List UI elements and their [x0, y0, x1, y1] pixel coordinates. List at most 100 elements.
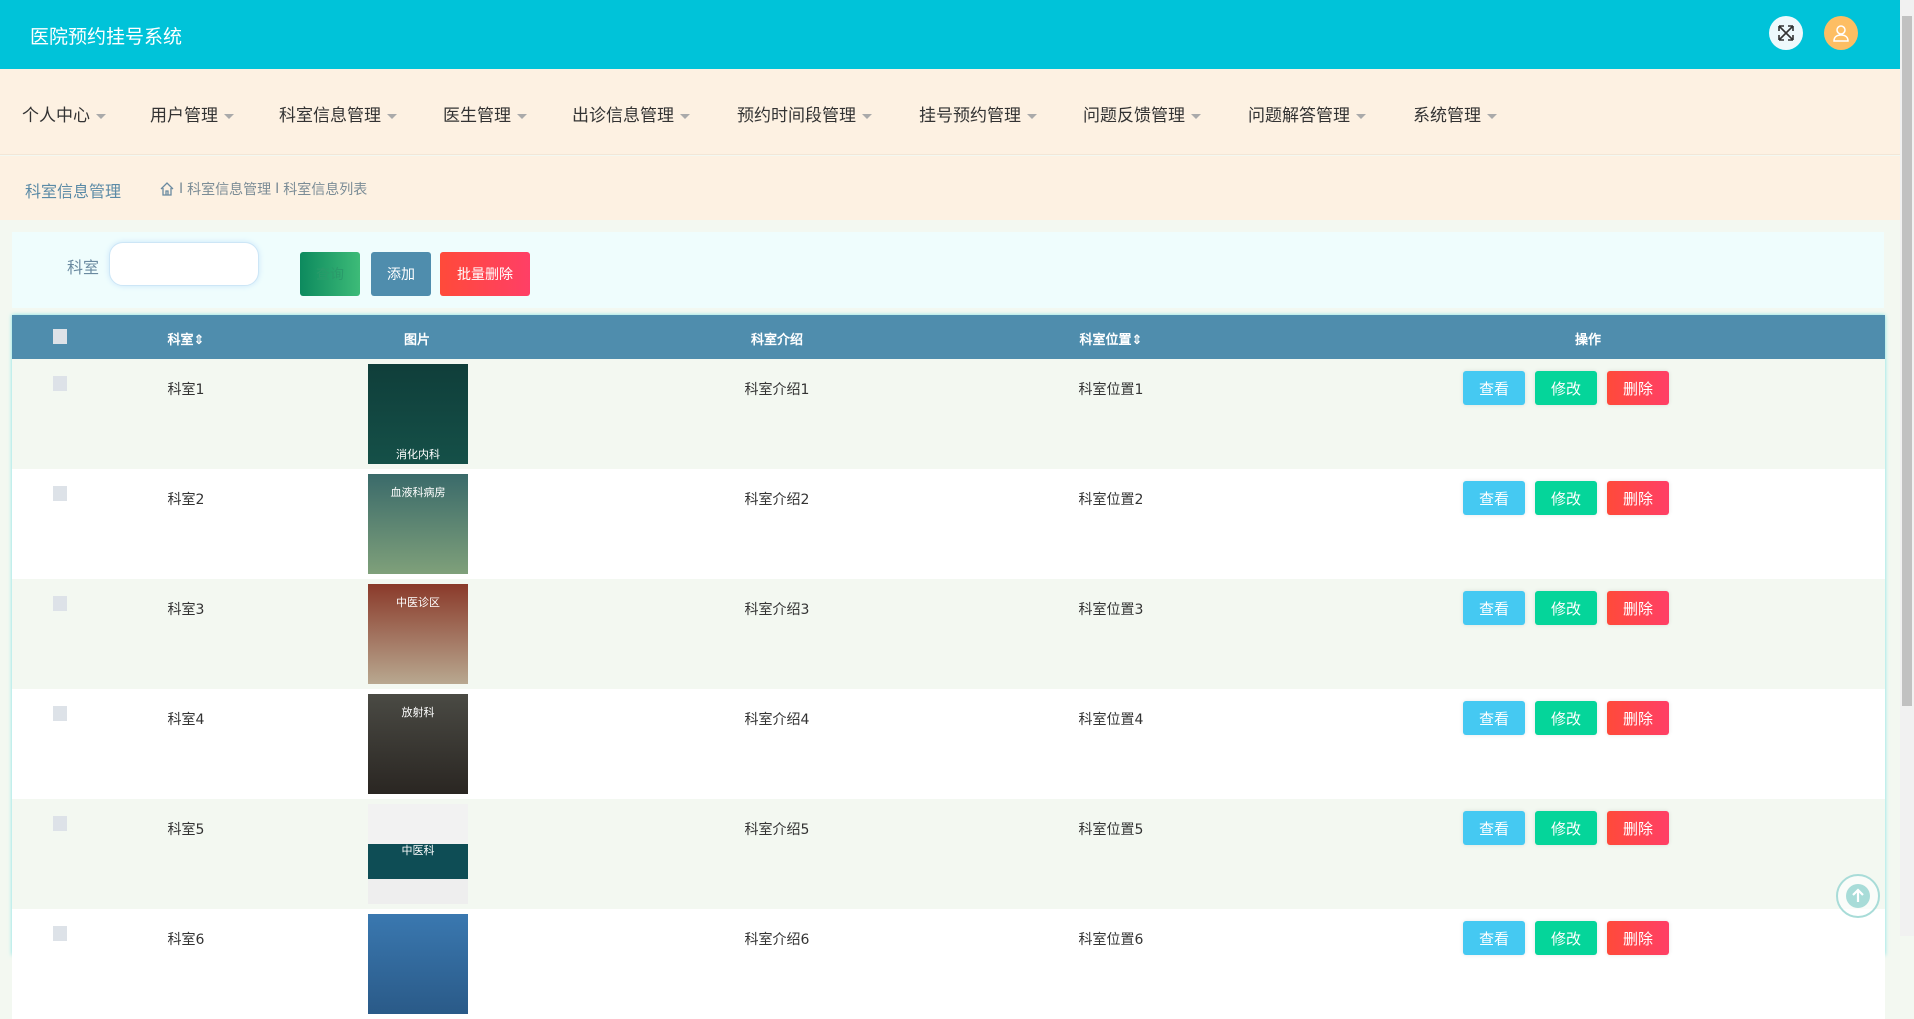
nav-answer-management[interactable]: 问题解答管理 [1248, 101, 1366, 126]
image-caption: 中医诊区 [396, 596, 440, 609]
cell-intro: 科室介绍5 [744, 822, 810, 838]
nav-timeslot-management[interactable]: 预约时间段管理 [737, 101, 872, 126]
edit-button[interactable]: 修改 [1535, 701, 1597, 735]
view-button[interactable]: 查看 [1463, 701, 1525, 735]
nav-label: 科室信息管理 [279, 106, 381, 126]
delete-button[interactable]: 删除 [1607, 921, 1669, 955]
nav-department-management[interactable]: 科室信息管理 [279, 101, 397, 126]
delete-button[interactable]: 删除 [1607, 371, 1669, 405]
query-button[interactable]: 查询 [300, 252, 360, 296]
table-header: 科室⇕ 图片 科室介绍 科室位置⇕ 操作 [12, 315, 1885, 359]
view-button[interactable]: 查看 [1463, 921, 1525, 955]
nav-doctor-management[interactable]: 医生管理 [443, 101, 527, 126]
edit-button[interactable]: 修改 [1535, 371, 1597, 405]
nav-user-management[interactable]: 用户管理 [150, 101, 234, 126]
cell-location: 科室位置2 [1078, 492, 1144, 508]
caret-down-icon [1191, 113, 1201, 119]
nav-label: 挂号预约管理 [919, 106, 1021, 126]
department-image[interactable] [368, 914, 468, 1014]
delete-button[interactable]: 删除 [1607, 481, 1669, 515]
delete-button[interactable]: 删除 [1607, 591, 1669, 625]
view-button[interactable]: 查看 [1463, 371, 1525, 405]
select-all-checkbox[interactable] [53, 329, 67, 344]
nav-label: 问题解答管理 [1248, 106, 1350, 126]
row-checkbox[interactable] [53, 486, 67, 501]
cell-name: 科室3 [167, 602, 205, 618]
caret-down-icon [517, 113, 527, 119]
view-button[interactable]: 查看 [1463, 591, 1525, 625]
vertical-scrollbar[interactable] [1900, 0, 1914, 936]
batch-delete-button[interactable]: 批量删除 [440, 252, 530, 296]
cell-intro: 科室介绍1 [744, 382, 810, 398]
cell-intro: 科室介绍6 [744, 932, 810, 948]
table-row: 科室5 中医科 科室介绍5 科室位置5 查看 修改 删除 [12, 799, 1885, 909]
cell-location: 科室位置6 [1078, 932, 1144, 948]
scrollbar-thumb[interactable] [1902, 16, 1912, 706]
department-image[interactable]: 中医科 [368, 804, 468, 904]
caret-down-icon [387, 113, 397, 119]
home-icon[interactable] [159, 181, 175, 197]
table-row: 科室4 放射科 科室介绍4 科室位置4 查看 修改 删除 [12, 689, 1885, 799]
edit-button[interactable]: 修改 [1535, 481, 1597, 515]
cell-name: 科室2 [167, 492, 205, 508]
table-row: 科室3 中医诊区 科室介绍3 科室位置3 查看 修改 删除 [12, 579, 1885, 689]
caret-down-icon [1487, 113, 1497, 119]
view-button[interactable]: 查看 [1463, 811, 1525, 845]
image-caption: 中医科 [401, 844, 435, 857]
back-to-top-button[interactable] [1836, 874, 1880, 918]
cell-location: 科室位置3 [1078, 602, 1144, 618]
row-checkbox[interactable] [53, 376, 67, 391]
sort-icon: ⇕ [1131, 333, 1143, 348]
caret-down-icon [224, 113, 234, 119]
caret-down-icon [1027, 113, 1037, 119]
delete-button[interactable]: 删除 [1607, 811, 1669, 845]
user-avatar-button[interactable] [1824, 16, 1858, 50]
row-checkbox[interactable] [53, 596, 67, 611]
cell-name: 科室1 [167, 382, 205, 398]
row-checkbox[interactable] [53, 816, 67, 831]
top-bar: 医院预约挂号系统 [0, 0, 1900, 69]
delete-button[interactable]: 删除 [1607, 701, 1669, 735]
edit-button[interactable]: 修改 [1535, 591, 1597, 625]
breadcrumb-item[interactable]: 科室信息管理 [187, 179, 271, 199]
department-image[interactable]: 放射科 [368, 694, 468, 794]
fullscreen-button[interactable] [1769, 16, 1803, 50]
department-image[interactable]: 血液科病房 [368, 474, 468, 574]
page-title: 科室信息管理 [25, 182, 122, 201]
department-image[interactable]: 中医诊区 [368, 584, 468, 684]
edit-button[interactable]: 修改 [1535, 811, 1597, 845]
header-location[interactable]: 科室位置⇕ [1080, 329, 1143, 348]
header-label: 科室位置 [1079, 333, 1132, 348]
nav-label: 预约时间段管理 [737, 106, 856, 126]
nav-label: 问题反馈管理 [1083, 106, 1185, 126]
image-caption: 消化内科 [396, 448, 440, 461]
cell-intro: 科室介绍2 [744, 492, 810, 508]
header-intro: 科室介绍 [750, 333, 804, 348]
breadcrumb-separator: I [275, 181, 280, 197]
row-checkbox[interactable] [53, 926, 67, 941]
nav-visit-management[interactable]: 出诊信息管理 [572, 101, 690, 126]
nav-label: 医生管理 [443, 106, 511, 126]
caret-down-icon [1356, 113, 1366, 119]
department-label: 科室 [67, 258, 100, 277]
nav-label: 个人中心 [22, 106, 90, 126]
cell-location: 科室位置1 [1078, 382, 1144, 398]
nav-feedback-management[interactable]: 问题反馈管理 [1083, 101, 1201, 126]
app-title: 医院预约挂号系统 [30, 26, 183, 48]
image-caption: 血液科病房 [390, 486, 446, 499]
user-icon [1833, 25, 1849, 42]
department-image[interactable]: 消化内科 [368, 364, 468, 464]
header-name[interactable]: 科室⇕ [168, 329, 205, 348]
cell-intro: 科室介绍3 [744, 602, 810, 618]
add-button[interactable]: 添加 [371, 252, 431, 296]
nav-system-management[interactable]: 系统管理 [1413, 101, 1497, 126]
edit-button[interactable]: 修改 [1535, 921, 1597, 955]
nav-appointment-management[interactable]: 挂号预约管理 [919, 101, 1037, 126]
nav-label: 出诊信息管理 [572, 106, 674, 126]
caret-down-icon [680, 113, 690, 119]
view-button[interactable]: 查看 [1463, 481, 1525, 515]
row-checkbox[interactable] [53, 706, 67, 721]
nav-label: 系统管理 [1413, 106, 1481, 126]
department-search-input[interactable] [109, 242, 259, 286]
nav-personal-center[interactable]: 个人中心 [22, 101, 106, 126]
